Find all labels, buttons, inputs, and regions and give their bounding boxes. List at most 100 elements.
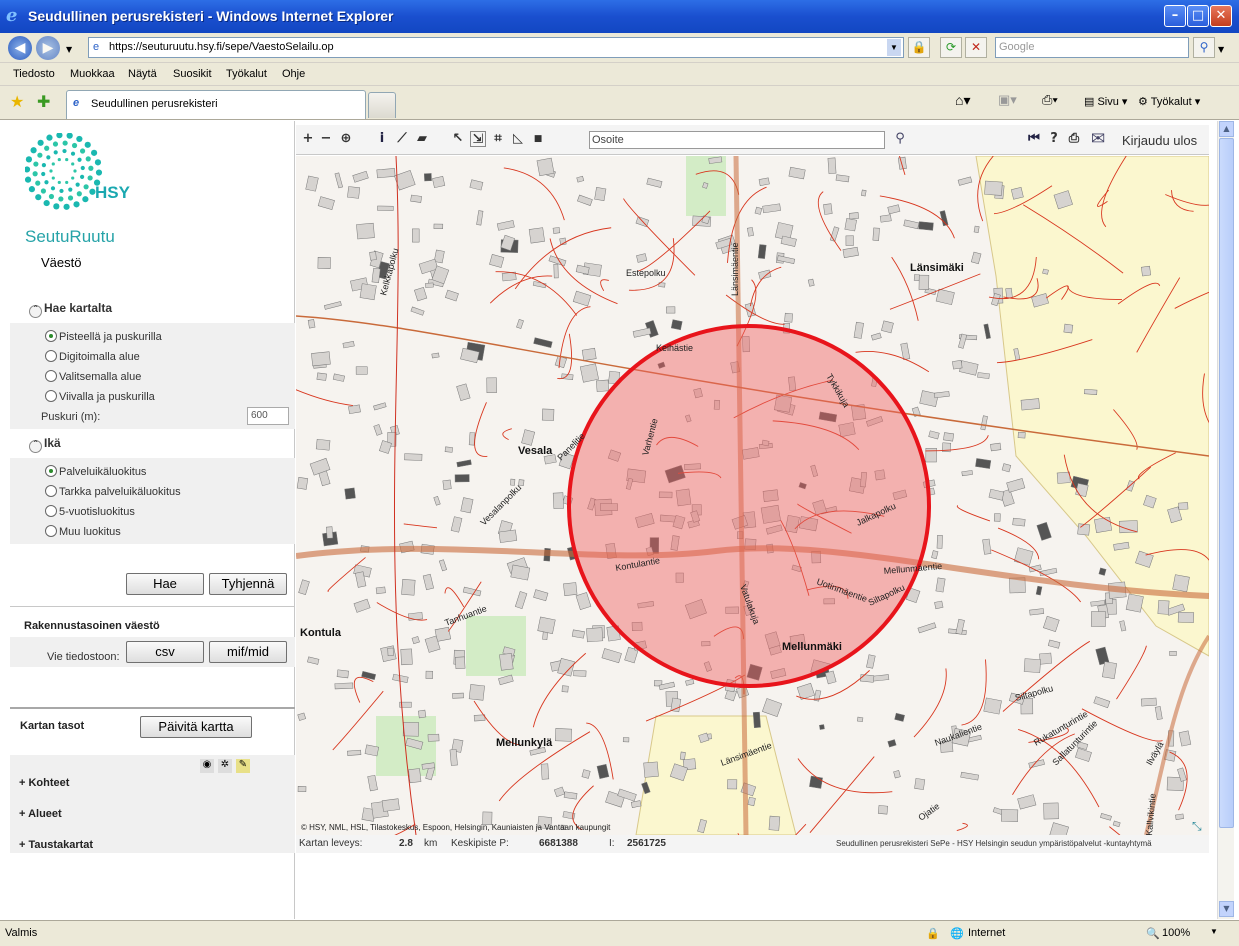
polygon-icon[interactable]: ◺	[510, 131, 526, 147]
buffer-input[interactable]: 600	[247, 407, 289, 425]
scroll-down-icon[interactable]: ▼	[1219, 901, 1234, 917]
radio-palveluikaluokitus[interactable]: Palveluikäluokitus	[45, 465, 146, 478]
refresh-icon[interactable]: ⟳	[940, 37, 962, 58]
layer-alueet[interactable]: + Alueet	[19, 808, 62, 820]
zoom-out-icon[interactable]: −	[318, 131, 334, 147]
measure-icon[interactable]: ⟋	[394, 131, 410, 147]
eye-icon[interactable]: ◉	[200, 759, 214, 773]
search-icon[interactable]: ⚲	[892, 131, 908, 147]
help-icon[interactable]: ?	[1046, 131, 1062, 147]
map-canvas[interactable]: Länsimäki Vesala Kontula Mellunmäki Mellunky…	[296, 156, 1209, 835]
new-tab-button[interactable]	[368, 92, 396, 118]
feeds-icon[interactable]: ▣▾	[998, 92, 1017, 108]
layer-kohteet[interactable]: + Kohteet	[19, 777, 69, 789]
select-icon[interactable]: ✲	[218, 759, 232, 773]
logo-dot	[71, 142, 78, 149]
logout-link[interactable]: Kirjaudu ulos	[1122, 133, 1197, 148]
back-button[interactable]: ◀	[8, 36, 32, 60]
collapse-icon[interactable]: ˆ	[29, 440, 42, 453]
paivita-kartta-button[interactable]: Päivitä kartta	[140, 716, 252, 738]
scroll-thumb[interactable]	[1219, 138, 1234, 828]
section-ika[interactable]: ˆ Ikä	[29, 436, 61, 453]
radio-viivalla[interactable]: Viivalla ja puskurilla	[45, 390, 155, 403]
maximize-button[interactable]: □	[1187, 5, 1209, 27]
lock-icon[interactable]: 🔒	[908, 37, 930, 58]
building	[1140, 697, 1157, 707]
minimize-button[interactable]: –	[1164, 5, 1186, 27]
hae-button[interactable]: Hae	[126, 573, 204, 595]
zoom-text[interactable]: 100%	[1162, 927, 1190, 939]
resize-icon[interactable]: ⤡	[1192, 819, 1202, 833]
zoom-dropdown-icon[interactable]: ▼	[1210, 927, 1218, 936]
collapse-icon[interactable]: ˆ	[29, 305, 42, 318]
zoom-in-icon[interactable]: +	[300, 131, 316, 147]
radio-digitoimalla[interactable]: Digitoimalla alue	[45, 350, 140, 363]
forward-button[interactable]: ▶	[36, 36, 60, 60]
vertical-scrollbar[interactable]: ▲ ▼	[1217, 121, 1234, 919]
pan-icon[interactable]: ⊕	[338, 131, 354, 147]
menu-muokkaa[interactable]: Muokkaa	[70, 68, 115, 80]
csv-button[interactable]: csv	[126, 641, 204, 663]
logo-dot	[58, 196, 64, 202]
radio-tarkka[interactable]: Tarkka palveluikäluokitus	[45, 485, 181, 498]
print-icon[interactable]: ⎙▾	[1042, 92, 1058, 108]
layer-taustakartat[interactable]: + Taustakartat	[19, 839, 93, 851]
security-lock-icon[interactable]: 🔒	[926, 927, 940, 940]
search-icon[interactable]: ⚲	[1193, 37, 1215, 58]
square-icon[interactable]: ■	[530, 131, 546, 147]
building	[297, 786, 307, 793]
address-search-input[interactable]: Osoite	[589, 131, 885, 149]
first-icon[interactable]: ⏮	[1026, 131, 1042, 147]
menu-suosikit[interactable]: Suosikit	[173, 68, 212, 80]
building	[498, 529, 518, 543]
radio-piste-puskuri[interactable]: Pisteellä ja puskurilla	[45, 330, 162, 343]
logo-dot	[57, 157, 61, 162]
search-options-icon[interactable]: ▼	[1218, 45, 1224, 54]
zoom-icon[interactable]: 🔍	[1146, 927, 1160, 940]
building	[412, 228, 420, 243]
radio-5-vuotis[interactable]: 5-vuotisluokitus	[45, 505, 135, 518]
menu-nayta[interactable]: Näytä	[128, 68, 157, 80]
eraser-icon[interactable]: ▰	[414, 131, 430, 147]
tools-menu[interactable]: ⚙ Työkalut ▾	[1138, 95, 1200, 108]
stop-icon[interactable]: ✕	[965, 37, 987, 58]
info-icon[interactable]: i	[374, 131, 390, 147]
menu-tyokalut[interactable]: Työkalut	[226, 68, 267, 80]
section-hae-kartalta[interactable]: ˆ Hae kartalta	[29, 301, 112, 318]
favorites-star-icon[interactable]: ★	[10, 92, 24, 111]
print-icon[interactable]: ⎙	[1066, 131, 1082, 147]
map-svg[interactable]: Länsimäki Vesala Kontula Mellunmäki Mellunky…	[296, 156, 1209, 835]
pointer-icon[interactable]: ↖	[450, 131, 466, 147]
logo-text: HSY	[95, 183, 130, 202]
tyhjenna-button[interactable]: Tyhjennä	[209, 573, 287, 595]
building	[356, 222, 375, 240]
url-input[interactable]: e https://seuturuutu.hsy.fi/sepe/VaestoS…	[88, 37, 904, 58]
menu-ohje[interactable]: Ohje	[282, 68, 305, 80]
status-bar: Valmis 🔒 🌐 Internet 🔍 100% ▼	[0, 920, 1239, 946]
building	[1125, 593, 1144, 613]
search-input[interactable]: Google	[995, 37, 1189, 58]
select-area-icon[interactable]: ⌗	[490, 131, 506, 147]
building	[417, 709, 427, 719]
building	[296, 477, 309, 490]
building	[983, 697, 1002, 715]
label-icon[interactable]: ✎	[236, 759, 250, 773]
logo-dot	[71, 176, 75, 180]
radio-valitsemalla[interactable]: Valitsemalla alue	[45, 370, 141, 383]
scroll-up-icon[interactable]: ▲	[1219, 121, 1234, 137]
mif-button[interactable]: mif/mid	[209, 641, 287, 663]
select-point-icon[interactable]: ⇲	[470, 131, 486, 147]
close-button[interactable]: ✕	[1210, 5, 1232, 27]
page-menu[interactable]: ▤ Sivu ▾	[1084, 95, 1127, 108]
menu-tiedosto[interactable]: Tiedosto	[13, 68, 55, 80]
tab-seudullinen[interactable]: e Seudullinen perusrekisteri	[66, 90, 366, 119]
building	[536, 157, 555, 177]
radio-muu[interactable]: Muu luokitus	[45, 525, 121, 538]
history-dropdown-icon[interactable]: ▼	[66, 45, 72, 54]
home-icon[interactable]: ⌂▾	[955, 92, 970, 109]
logo-dot	[66, 132, 73, 139]
logo-dot	[35, 194, 42, 201]
add-favorite-icon[interactable]: ✚	[37, 92, 50, 111]
email-icon[interactable]: ✉	[1086, 131, 1110, 148]
url-dropdown-icon[interactable]: ▼	[887, 39, 901, 56]
